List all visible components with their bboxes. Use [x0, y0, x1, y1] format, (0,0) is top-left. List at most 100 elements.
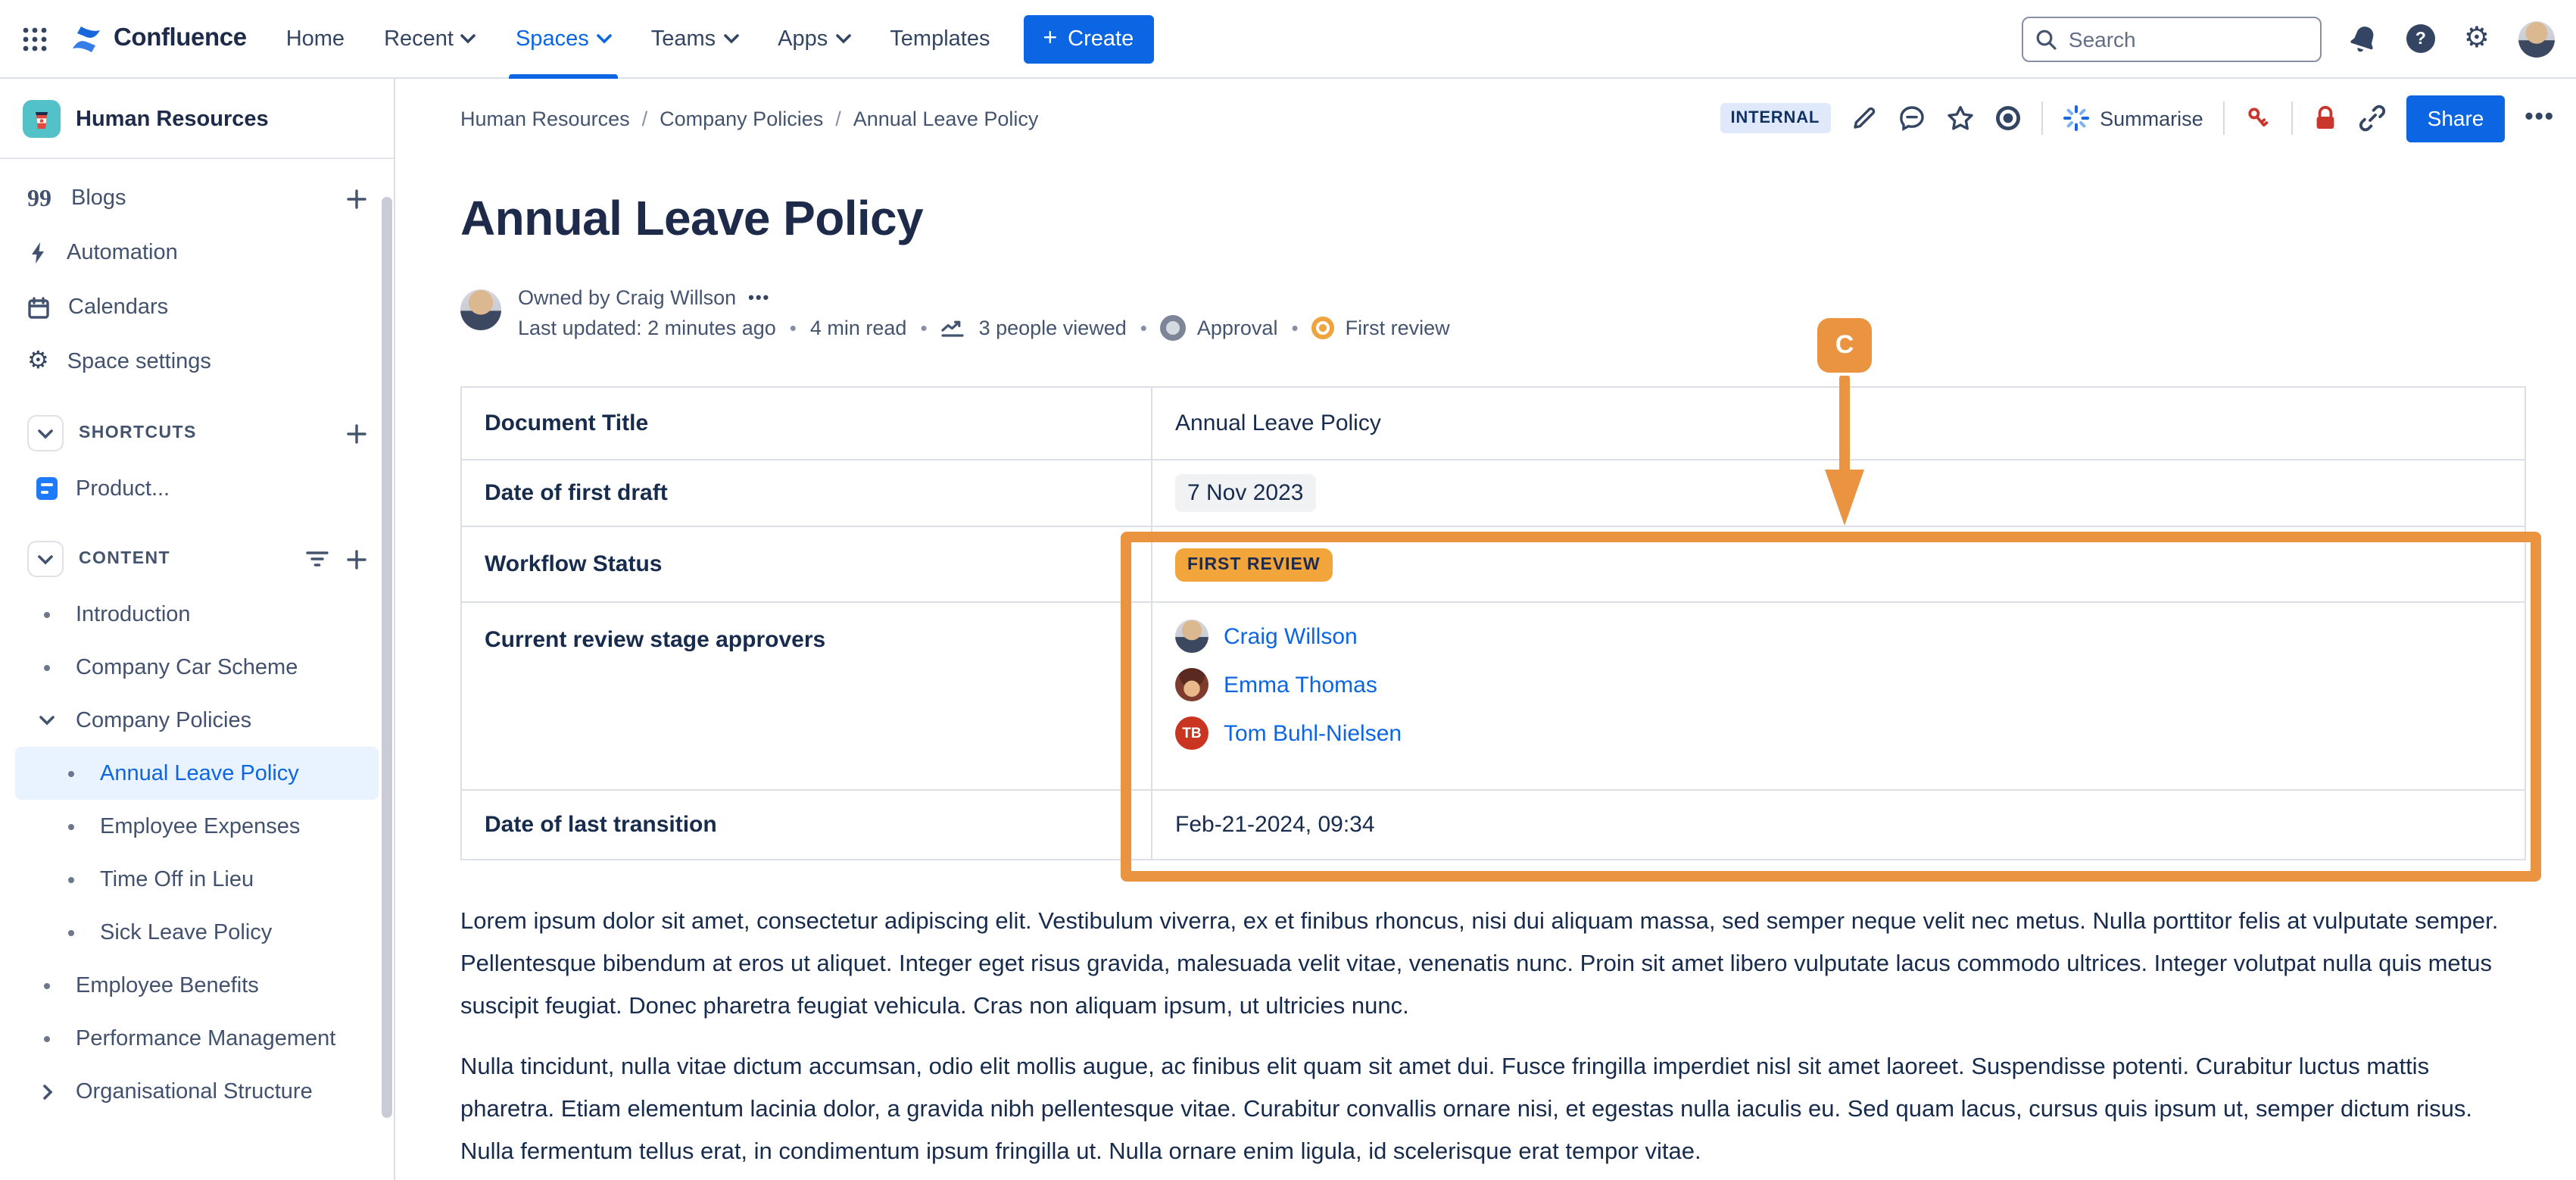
plus-icon[interactable] — [347, 549, 366, 569]
page-tree-item-time-off-in-lieu[interactable]: Time Off in Lieu — [15, 853, 379, 906]
nav-templates[interactable]: Templates — [890, 0, 990, 78]
internal-badge: INTERNAL — [1720, 103, 1831, 133]
read-time-text: 4 min read — [810, 317, 907, 339]
link-icon[interactable] — [2358, 105, 2387, 132]
avatar: TB — [1175, 716, 1208, 750]
bullet-icon — [68, 876, 74, 882]
page-tree-item-company-policies[interactable]: Company Policies — [15, 694, 379, 747]
workflow-state-approval[interactable]: Approval — [1161, 315, 1278, 341]
user-link[interactable]: Emma Thomas — [1224, 672, 1377, 698]
key-icon[interactable] — [2244, 105, 2272, 132]
search-input[interactable] — [2066, 25, 2308, 52]
separator-dot: • — [920, 317, 927, 339]
owned-by-text[interactable]: Owned by Craig Willson — [518, 286, 736, 309]
collapse-chevron-icon[interactable] — [27, 415, 64, 451]
owner-avatar[interactable] — [460, 289, 501, 330]
nav-teams[interactable]: Teams — [651, 0, 738, 78]
approver-item: Emma Thomas — [1175, 668, 2525, 701]
page-tree-item-sick-leave-policy[interactable]: Sick Leave Policy — [15, 906, 379, 959]
sidebar-item-automation[interactable]: Automation — [15, 226, 379, 280]
user-link[interactable]: Tom Buhl-Nielsen — [1224, 720, 1402, 746]
gear-icon: ⚙ — [27, 350, 49, 374]
star-icon[interactable] — [1945, 105, 1974, 132]
confluence-mark-icon — [70, 22, 103, 55]
create-button[interactable]: + Create — [1023, 14, 1153, 63]
bullet-icon — [44, 1035, 50, 1041]
date-chip[interactable]: 7 Nov 2023 — [1175, 474, 1315, 512]
page-header-bar: Human Resources / Company Policies / Ann… — [397, 79, 2576, 158]
breadcrumb-parent[interactable]: Company Policies — [660, 107, 823, 130]
collapse-chevron-icon[interactable] — [27, 541, 64, 577]
space-sidebar: Human Resources 99 Blogs Automation Cale… — [0, 79, 395, 1180]
app-switcher-icon[interactable] — [21, 25, 48, 52]
breadcrumb-space[interactable]: Human Resources — [460, 107, 630, 130]
space-header[interactable]: Human Resources — [0, 79, 394, 158]
logo-text: Confluence — [114, 24, 247, 53]
chevron-right-icon[interactable] — [36, 1084, 58, 1099]
page-tree-item-company-car-scheme[interactable]: Company Car Scheme — [15, 641, 379, 694]
breadcrumb-current[interactable]: Annual Leave Policy — [853, 107, 1039, 130]
page-tree-item-employee-expenses[interactable]: Employee Expenses — [15, 800, 379, 853]
page-title: Annual Leave Policy — [460, 191, 2576, 247]
workflow-status-badge: FIRST REVIEW — [1175, 548, 1333, 581]
table-row: Date of first draft 7 Nov 2023 — [461, 460, 2525, 526]
plus-icon[interactable] — [347, 189, 366, 208]
plus-icon: + — [1043, 27, 1057, 51]
page-tree-item-introduction[interactable]: Introduction — [15, 588, 379, 641]
divider — [2223, 101, 2225, 135]
nav-recent[interactable]: Recent — [384, 0, 476, 78]
annotation-label-c: C — [1817, 318, 1872, 373]
help-icon[interactable]: ? — [2406, 24, 2435, 53]
table-row: Date of last transition Feb-21-2024, 09:… — [461, 790, 2525, 860]
shortcut-item-product[interactable]: Product... — [15, 462, 379, 515]
page-tree-item-performance-management[interactable]: Performance Management — [15, 1012, 379, 1065]
notifications-bell-icon[interactable] — [2350, 24, 2378, 53]
primary-nav: Home Recent Spaces Teams Apps Templates — [286, 0, 990, 78]
more-actions-icon[interactable]: ••• — [2525, 105, 2555, 132]
share-button[interactable]: Share — [2406, 95, 2506, 142]
page-tree-item-employee-benefits[interactable]: Employee Benefits — [15, 959, 379, 1012]
edit-pencil-icon[interactable] — [1850, 105, 1877, 132]
byline: Owned by Craig Willson ••• Last updated:… — [460, 286, 2576, 341]
sidebar-item-calendars[interactable]: Calendars — [15, 280, 379, 335]
user-link[interactable]: Craig Willson — [1224, 623, 1358, 649]
sparkle-icon — [2062, 105, 2089, 132]
chevron-down-icon[interactable] — [36, 715, 58, 726]
content-section-header[interactable]: CONTENT — [15, 530, 379, 588]
row-label: Current review stage approvers — [461, 602, 1152, 790]
sidebar-item-blogs[interactable]: 99 Blogs — [15, 171, 379, 226]
nav-home[interactable]: Home — [286, 0, 345, 78]
settings-gear-icon[interactable]: ⚙ — [2464, 24, 2490, 53]
svg-text:99: 99 — [27, 188, 51, 209]
bullet-icon — [68, 823, 74, 829]
summarise-button[interactable]: Summarise — [2062, 105, 2203, 132]
comment-icon[interactable] — [1897, 105, 1926, 132]
lightning-icon — [27, 241, 48, 265]
watch-icon[interactable] — [1994, 105, 2021, 132]
user-avatar[interactable] — [2518, 20, 2555, 57]
nav-apps[interactable]: Apps — [778, 0, 850, 78]
plus-icon[interactable] — [347, 423, 366, 443]
document-icon — [36, 477, 58, 500]
people-viewed-text[interactable]: 3 people viewed — [979, 317, 1127, 339]
search-box[interactable] — [2022, 16, 2322, 61]
page-tree-item-organisational-structure[interactable]: Organisational Structure — [15, 1065, 379, 1118]
last-updated-text[interactable]: Last updated: 2 minutes ago — [518, 317, 776, 339]
confluence-logo[interactable]: Confluence — [70, 22, 247, 55]
chevron-down-icon — [723, 33, 738, 44]
filter-icon[interactable] — [306, 550, 329, 568]
sidebar-item-space-settings[interactable]: ⚙ Space settings — [15, 335, 379, 389]
approver-item: Craig Willson — [1175, 620, 2525, 653]
workflow-state-first-review[interactable]: First review — [1312, 317, 1450, 339]
lock-icon[interactable] — [2312, 105, 2338, 132]
trend-chart-icon — [941, 318, 965, 338]
shortcuts-section-header[interactable]: SHORTCUTS — [15, 404, 379, 462]
paragraph: Nulla tincidunt, nulla vitae dictum accu… — [460, 1047, 2526, 1174]
nav-spaces[interactable]: Spaces — [516, 0, 612, 78]
sidebar-scrollbar[interactable] — [382, 197, 392, 1118]
chevron-down-icon — [835, 33, 850, 44]
state-ring-icon — [1312, 317, 1335, 339]
byline-more-icon[interactable]: ••• — [748, 289, 770, 307]
confluence-page: Confluence Home Recent Spaces Teams Apps… — [0, 0, 2576, 1180]
page-tree-item-annual-leave-policy[interactable]: Annual Leave Policy — [15, 747, 379, 800]
